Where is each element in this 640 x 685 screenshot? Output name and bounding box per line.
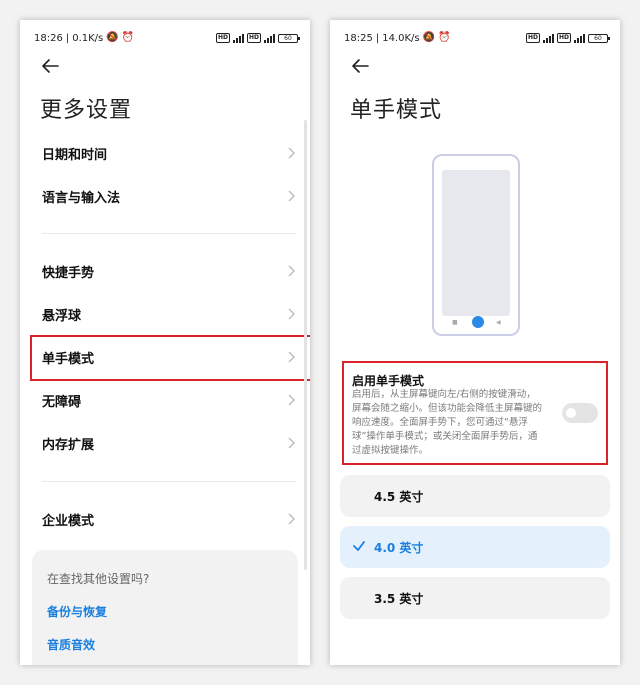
divider <box>42 481 296 482</box>
settings-item-label: 内存扩展 <box>42 437 95 453</box>
battery-icon: 60 <box>278 33 300 43</box>
hd-icon: HD <box>246 33 261 43</box>
settings-item-gestures[interactable]: 快捷手势 <box>20 251 310 291</box>
checkmark-icon <box>353 541 365 551</box>
recents-icon: ■ <box>452 319 458 326</box>
settings-item-floating-ball[interactable]: 悬浮球 <box>20 294 310 334</box>
settings-item-label: 日期和时间 <box>42 147 108 163</box>
mute-icon: 🔕 <box>422 32 436 43</box>
chevron-right-icon <box>288 513 295 525</box>
alarm-icon: ⏰ <box>121 32 135 43</box>
size-option-label: 4.5 英寸 <box>374 489 424 504</box>
size-option-label: 4.0 英寸 <box>374 540 424 555</box>
alarm-icon: ⏰ <box>438 32 451 43</box>
divider <box>42 233 296 234</box>
status-network-speed: 0.1K/s <box>72 32 104 44</box>
settings-item-label: 快捷手势 <box>42 265 95 281</box>
enable-one-hand-description: 启用后，从主屏幕键向左/右侧的按键滑动，屏幕会随之缩小。但该功能会降低主屏幕键的… <box>352 389 543 456</box>
signal-icon <box>542 33 554 43</box>
one-hand-mode-toggle[interactable] <box>562 403 598 423</box>
back-arrow-icon[interactable] <box>348 54 372 78</box>
status-bar: 18:26 | 0.1K/s 🔕 ⏰ HD HD 60 <box>34 29 300 47</box>
signal-icon <box>232 33 244 43</box>
chevron-right-icon <box>288 308 295 320</box>
settings-screen-more: 18:26 | 0.1K/s 🔕 ⏰ HD HD 60 更多设置 日期和时间 语… <box>20 20 310 665</box>
settings-item-enterprise-mode[interactable]: 企业模式 <box>20 499 310 539</box>
settings-item-label: 无障碍 <box>42 394 82 410</box>
back-icon: ◀ <box>496 319 501 326</box>
link-backup-restore[interactable]: 备份与恢复 <box>47 603 107 620</box>
settings-item-label: 企业模式 <box>42 513 95 529</box>
hd-icon: HD <box>556 33 571 43</box>
suggestion-title: 在查找其他设置吗? <box>47 572 150 586</box>
chevron-right-icon <box>288 437 295 449</box>
status-time: 18:25 <box>344 32 373 44</box>
back-arrow-icon[interactable] <box>38 54 62 78</box>
suggestion-card: 在查找其他设置吗? 备份与恢复 音质音效 <box>32 550 298 665</box>
size-option-3-5[interactable]: 3.5 英寸 <box>340 577 610 619</box>
chevron-right-icon <box>288 147 295 159</box>
size-option-4-0[interactable]: 4.0 英寸 <box>340 526 610 568</box>
signal-icon <box>264 33 275 43</box>
settings-item-date-time[interactable]: 日期和时间 <box>20 133 310 173</box>
chevron-right-icon <box>288 351 295 363</box>
settings-item-language[interactable]: 语言与输入法 <box>20 176 310 216</box>
settings-item-one-hand-mode[interactable]: 单手模式 <box>20 337 310 377</box>
status-network-speed: 14.0K/s <box>382 32 420 44</box>
chevron-right-icon <box>288 265 295 277</box>
phone-illustration: ■ ◀ <box>432 154 520 336</box>
settings-item-accessibility[interactable]: 无障碍 <box>20 380 310 420</box>
size-option-4-5[interactable]: 4.5 英寸 <box>340 475 610 517</box>
mute-icon: 🔕 <box>106 32 119 43</box>
status-bar: 18:25 | 14.0K/s 🔕 ⏰ HD HD 60 <box>344 29 610 47</box>
home-button-icon <box>472 316 484 328</box>
settings-item-memory-extension[interactable]: 内存扩展 <box>20 423 310 463</box>
settings-item-label: 单手模式 <box>42 351 95 367</box>
page-title: 更多设置 <box>40 98 133 123</box>
chevron-right-icon <box>288 190 295 202</box>
illustration-screen <box>442 170 510 316</box>
settings-item-label: 语言与输入法 <box>42 190 121 206</box>
link-sound-effects[interactable]: 音质音效 <box>47 636 95 653</box>
page-title: 单手模式 <box>350 98 443 123</box>
settings-screen-one-hand-mode: 18:25 | 14.0K/s 🔕 ⏰ HD HD 60 单手模式 ■ ◀ 启用… <box>330 20 620 665</box>
toggle-knob <box>566 408 576 418</box>
chevron-right-icon <box>288 394 295 406</box>
scrollbar[interactable] <box>304 120 307 570</box>
battery-icon: 60 <box>588 33 610 43</box>
hd-icon: HD <box>215 33 230 43</box>
hd-icon: HD <box>525 33 540 43</box>
status-time: 18:26 <box>34 32 63 44</box>
size-option-label: 3.5 英寸 <box>374 591 424 606</box>
enable-one-hand-title: 启用单手模式 <box>352 374 425 388</box>
settings-item-label: 悬浮球 <box>42 308 82 324</box>
signal-icon <box>574 33 585 43</box>
